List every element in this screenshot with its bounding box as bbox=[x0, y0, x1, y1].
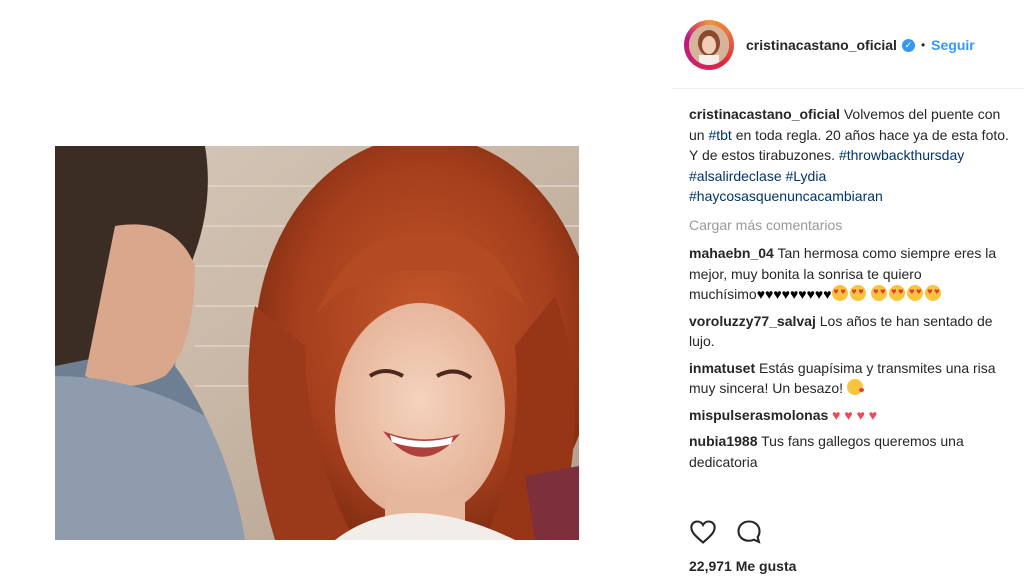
caption: cristinacastano_oficial Volvemos del pue… bbox=[689, 104, 1009, 207]
comment-item: nubia1988 Tus fans gallegos queremos una… bbox=[689, 431, 1009, 472]
header-username[interactable]: cristinacastano_oficial bbox=[746, 37, 897, 53]
comments-list: cristinacastano_oficial Volvemos del pue… bbox=[689, 104, 1009, 508]
comment-bubble-icon[interactable] bbox=[735, 518, 763, 546]
heart-eyes-emoji-icon bbox=[907, 285, 924, 301]
heart-eyes-emoji-icon bbox=[871, 285, 888, 301]
likes-count[interactable]: 22,971 Me gusta bbox=[689, 558, 796, 574]
heart-eyes-emoji-icon bbox=[889, 285, 906, 301]
heart-eyes-emoji-icon bbox=[849, 285, 866, 301]
post-header: cristinacastano_oficial ✓ • Seguir bbox=[684, 18, 1014, 72]
verified-badge-icon: ✓ bbox=[901, 38, 915, 52]
comment-item: voroluzzy77_salvaj Los años te han senta… bbox=[689, 311, 1009, 352]
heart-outline-icon[interactable] bbox=[689, 518, 717, 546]
photo-illustration bbox=[55, 146, 579, 540]
separator-dot: • bbox=[920, 38, 926, 52]
comment-username[interactable]: inmatuset bbox=[689, 360, 755, 376]
comment-username[interactable]: mispulserasmolonas bbox=[689, 407, 828, 423]
hashtag[interactable]: #alsalirdeclase bbox=[689, 168, 782, 184]
caption-username[interactable]: cristinacastano_oficial bbox=[689, 106, 840, 122]
post-sidebar: cristinacastano_oficial ✓ • Seguir crist… bbox=[672, 0, 1024, 576]
red-hearts-emoji: ♥ ♥ ♥ ♥ bbox=[832, 406, 878, 423]
post-photo[interactable] bbox=[55, 146, 579, 540]
heart-eyes-emoji-icon bbox=[831, 285, 848, 301]
comment-item: mahaebn_04 Tan hermosa como siempre eres… bbox=[689, 243, 1009, 305]
kiss-wink-emoji-icon bbox=[846, 379, 864, 395]
load-more-comments-button[interactable]: Cargar más comentarios bbox=[689, 215, 1009, 236]
heart-eyes-emoji-icon bbox=[925, 285, 942, 301]
header-divider bbox=[672, 88, 1024, 89]
comment-item: inmatuset Estás guapísima y transmites u… bbox=[689, 358, 1009, 399]
hashtag-tbt[interactable]: #tbt bbox=[708, 127, 731, 143]
hashtag[interactable]: #Lydia bbox=[786, 168, 827, 184]
comment-username[interactable]: mahaebn_04 bbox=[689, 245, 774, 261]
comment-username[interactable]: voroluzzy77_salvaj bbox=[689, 313, 816, 329]
hashtag[interactable]: #haycosasquenuncacambiaran bbox=[689, 188, 883, 204]
hashtag[interactable]: #throwbackthursday bbox=[839, 147, 964, 163]
follow-button[interactable]: Seguir bbox=[931, 37, 975, 53]
comment-item: mispulserasmolonas ♥ ♥ ♥ ♥ bbox=[689, 405, 1009, 426]
comment-username[interactable]: nubia1988 bbox=[689, 433, 757, 449]
avatar-image bbox=[689, 25, 729, 65]
black-hearts-emoji: ♥♥♥♥♥♥♥♥♥ bbox=[756, 286, 832, 302]
post-actions bbox=[689, 518, 781, 546]
profile-avatar[interactable] bbox=[684, 20, 734, 70]
